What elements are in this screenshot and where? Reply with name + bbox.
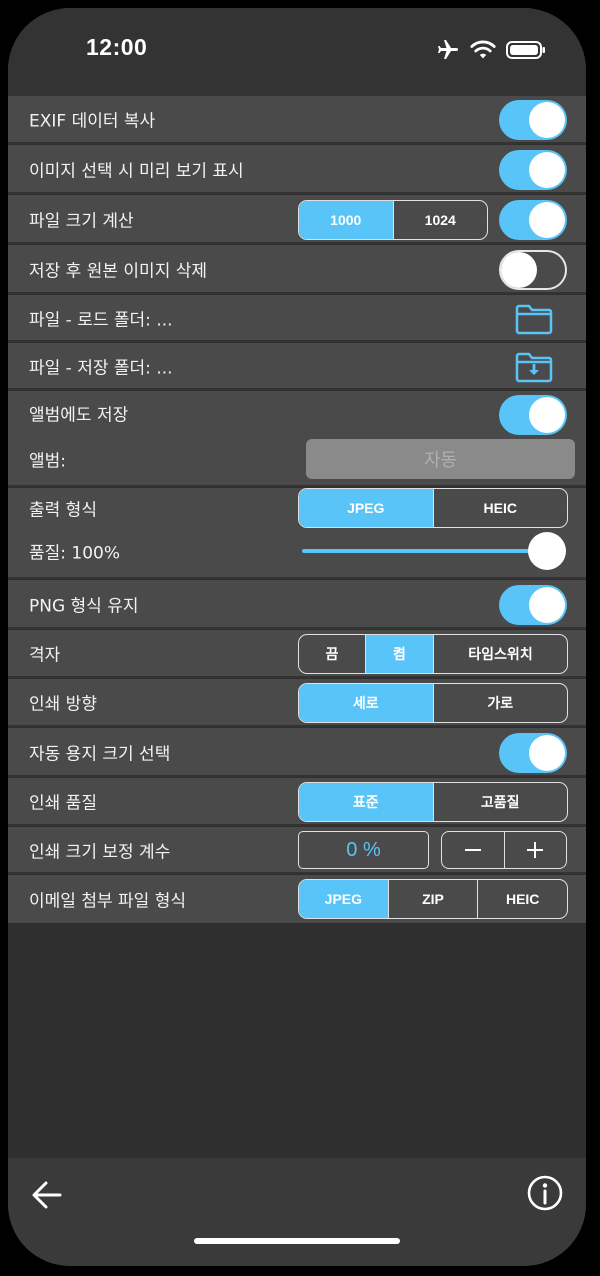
quality-slider-knob[interactable] (528, 532, 566, 570)
delete-original-toggle[interactable] (499, 250, 567, 290)
row-file-size: 파일 크기 계산 1000 1024 (8, 195, 586, 244)
row-label: 파일 크기 계산 (29, 211, 134, 231)
toggle-knob (529, 152, 565, 188)
row-grid: 격자 끔 켬 타임스위치 (8, 630, 586, 678)
toggle-knob (529, 735, 565, 771)
segment-timeswitch[interactable]: 타임스위치 (433, 635, 567, 673)
row-email-format: 이메일 첨부 파일 형식 JPEG ZIP HEIC (8, 875, 586, 923)
segment-on[interactable]: 켬 (365, 635, 433, 673)
row-print-scale: 인쇄 크기 보정 계수 0 % (8, 827, 586, 874)
row-auto-paper: 자동 용지 크기 선택 (8, 728, 586, 777)
battery-icon (506, 41, 545, 59)
device-screen: 12:00 EXIF 데이터 복사 이미지 선택 시 미리 보기 표시 파일 크… (8, 8, 586, 1266)
file-size-toggle[interactable] (499, 200, 567, 240)
segment-jpeg[interactable]: JPEG (299, 880, 388, 918)
segment-zip[interactable]: ZIP (387, 880, 478, 918)
toggle-knob (529, 587, 565, 623)
segment-jpeg[interactable]: JPEG (299, 489, 433, 527)
quality-label: 품질: 100% (29, 543, 121, 564)
file-size-segmented: 1000 1024 (298, 200, 488, 240)
print-orientation-segmented: 세로 가로 (298, 683, 568, 723)
keep-png-toggle[interactable] (499, 585, 567, 625)
increment-button[interactable] (503, 832, 567, 868)
segment-heic[interactable]: HEIC (432, 489, 568, 527)
segment-heic[interactable]: HEIC (477, 880, 567, 918)
airplane-icon (438, 40, 458, 59)
decrement-button[interactable] (442, 832, 504, 868)
row-label: PNG 형식 유지 (29, 596, 139, 616)
print-scale-value: 0 % (298, 831, 429, 869)
segment-off[interactable]: 끔 (299, 635, 365, 673)
toggle-knob (501, 252, 537, 288)
quality-slider-track[interactable] (302, 549, 547, 553)
segment-high[interactable]: 고품질 (432, 783, 568, 821)
row-keep-png: PNG 형식 유지 (8, 580, 586, 629)
back-arrow-icon[interactable] (30, 1178, 64, 1212)
segment-standard[interactable]: 표준 (299, 783, 433, 821)
row-print-orientation: 인쇄 방향 세로 가로 (8, 679, 586, 727)
row-load-folder: 파일 - 로드 폴더: ... (8, 295, 586, 342)
folder-icon[interactable] (514, 302, 554, 336)
email-format-segmented: JPEG ZIP HEIC (298, 879, 568, 919)
row-print-quality: 인쇄 품질 표준 고품질 (8, 778, 586, 826)
toggle-knob (529, 202, 565, 238)
preview-toggle[interactable] (499, 150, 567, 190)
exif-copy-toggle[interactable] (499, 100, 567, 140)
row-output-format: 출력 형식 JPEG HEIC 품질: 100% (8, 488, 586, 579)
row-save-folder: 파일 - 저장 폴더: ... (8, 343, 586, 390)
grid-segmented: 끔 켬 타임스위치 (298, 634, 568, 674)
minus-icon (464, 849, 481, 851)
print-scale-stepper (441, 831, 567, 869)
segment-1024[interactable]: 1024 (392, 201, 488, 239)
row-label: 인쇄 방향 (29, 694, 97, 715)
row-label: 인쇄 크기 보정 계수 (29, 842, 171, 862)
plus-icon (527, 842, 544, 858)
row-label: 인쇄 품질 (29, 793, 97, 814)
row-label: 이미지 선택 시 미리 보기 표시 (29, 161, 244, 181)
row-label: 앨범에도 저장 (29, 405, 129, 426)
bottom-toolbar (8, 1158, 586, 1266)
row-save-album: 앨범에도 저장 앨범: 자동 (8, 391, 586, 487)
row-label: 격자 (29, 645, 61, 666)
row-label: 저장 후 원본 이미지 삭제 (29, 261, 208, 281)
row-label: 자동 용지 크기 선택 (29, 744, 171, 764)
toggle-knob (529, 397, 565, 433)
album-auto-button[interactable]: 자동 (306, 439, 575, 479)
album-label: 앨범: (29, 451, 67, 472)
home-indicator[interactable] (194, 1238, 400, 1244)
segment-1000[interactable]: 1000 (299, 201, 393, 239)
status-time: 12:00 (86, 34, 148, 60)
wifi-icon (470, 40, 496, 59)
row-exif-copy: EXIF 데이터 복사 (8, 96, 586, 144)
row-preview: 이미지 선택 시 미리 보기 표시 (8, 145, 586, 194)
row-label: 이메일 첨부 파일 형식 (29, 891, 186, 912)
folder-download-icon[interactable] (514, 350, 554, 384)
segment-landscape[interactable]: 가로 (432, 684, 568, 722)
print-quality-segmented: 표준 고품질 (298, 782, 568, 822)
row-label: 출력 형식 (29, 500, 97, 521)
row-label: EXIF 데이터 복사 (29, 111, 156, 132)
info-icon[interactable] (526, 1174, 564, 1212)
status-bar: 12:00 (8, 8, 586, 96)
auto-paper-toggle[interactable] (499, 733, 567, 773)
segment-portrait[interactable]: 세로 (299, 684, 433, 722)
row-label: 파일 - 로드 폴더: ... (29, 310, 173, 330)
save-album-toggle[interactable] (499, 395, 567, 435)
row-delete-original: 저장 후 원본 이미지 삭제 (8, 245, 586, 294)
row-label: 파일 - 저장 폴더: ... (29, 358, 173, 378)
toggle-knob (529, 102, 565, 138)
output-format-segmented: JPEG HEIC (298, 488, 568, 528)
